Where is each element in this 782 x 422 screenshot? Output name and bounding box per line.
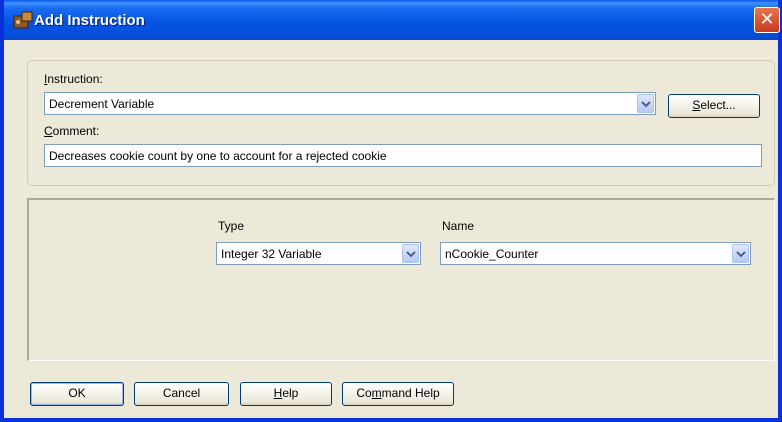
type-label: Type — [218, 219, 245, 233]
chevron-down-icon[interactable] — [732, 244, 749, 263]
command-help-button[interactable]: Command Help — [342, 382, 454, 406]
title-bar[interactable]: Add Instruction ✕ — [4, 0, 780, 40]
app-icon — [13, 11, 33, 29]
chevron-down-icon[interactable] — [402, 244, 419, 263]
name-label: Name — [442, 219, 475, 233]
window-title: Add Instruction — [34, 12, 145, 29]
name-value: nCookie_Counter — [445, 247, 539, 261]
help-button[interactable]: Help — [240, 382, 332, 406]
instruction-label: Instruction: — [44, 72, 103, 86]
comment-value: Decreases cookie count by one to account… — [49, 149, 387, 163]
cancel-button[interactable]: Cancel — [134, 382, 229, 406]
type-value: Integer 32 Variable — [221, 247, 322, 261]
ok-button[interactable]: OK — [30, 382, 124, 406]
select-button[interactable]: Select... — [668, 94, 760, 118]
comment-field[interactable]: Decreases cookie count by one to account… — [44, 144, 762, 167]
instruction-dropdown[interactable]: Decrement Variable — [44, 92, 656, 115]
parameters-panel — [27, 198, 775, 361]
type-dropdown[interactable]: Integer 32 Variable — [216, 242, 421, 265]
close-icon: ✕ — [759, 9, 775, 29]
chevron-down-icon[interactable] — [637, 94, 654, 113]
comment-label: Comment: — [44, 124, 100, 138]
instruction-value: Decrement Variable — [49, 97, 155, 111]
close-button[interactable]: ✕ — [754, 7, 780, 33]
add-instruction-dialog: Add Instruction ✕ Instruction: Decrement… — [0, 0, 782, 422]
instruction-group — [27, 60, 775, 186]
name-dropdown[interactable]: nCookie_Counter — [440, 242, 751, 265]
